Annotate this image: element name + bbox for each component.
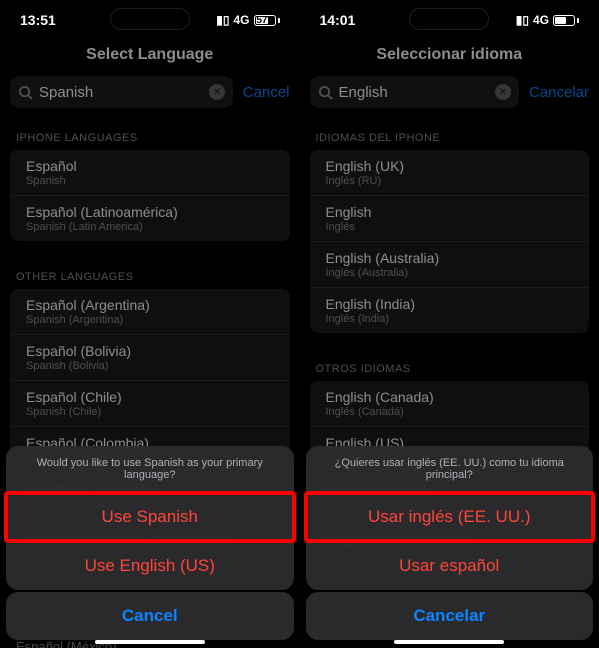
status-bar: 13:51 ▮▯ 4G 57 bbox=[0, 0, 300, 40]
list-item[interactable]: EnglishInglés bbox=[310, 195, 590, 241]
page-title: Seleccionar idioma bbox=[300, 40, 599, 76]
search-value: English bbox=[339, 84, 495, 101]
sheet-cancel-button[interactable]: Cancelar bbox=[306, 592, 594, 640]
row-sub: Inglés (Australia) bbox=[326, 267, 574, 279]
dynamic-island bbox=[409, 8, 489, 30]
home-indicator bbox=[95, 640, 205, 644]
search-value: Spanish bbox=[39, 84, 209, 101]
list-item[interactable]: English (India)Inglés (India) bbox=[310, 287, 590, 333]
row-main: Español (Chile) bbox=[26, 389, 274, 405]
status-time: 13:51 bbox=[20, 12, 56, 28]
row-main: English (Australia) bbox=[326, 250, 574, 266]
dynamic-island bbox=[110, 8, 190, 30]
search-icon bbox=[318, 85, 333, 100]
status-time: 14:01 bbox=[320, 12, 356, 28]
list-item[interactable]: Español (Bolivia)Spanish (Bolivia) bbox=[10, 334, 290, 380]
use-primary-button[interactable]: Use Spanish bbox=[6, 493, 294, 542]
network-label: 4G bbox=[233, 13, 249, 27]
phone-right: 14:01 ▮▯ 4G Seleccionar idioma English ✕… bbox=[300, 0, 599, 648]
status-right: ▮▯ 4G 57 bbox=[216, 13, 279, 27]
row-sub: Inglés (India) bbox=[326, 313, 574, 325]
search-input[interactable]: Spanish ✕ bbox=[10, 76, 233, 108]
search-icon bbox=[18, 85, 33, 100]
search-input[interactable]: English ✕ bbox=[310, 76, 519, 108]
row-sub: Inglés (Canadá) bbox=[326, 406, 574, 418]
list-item[interactable]: English (Canada)Inglés (Canadá) bbox=[310, 381, 590, 426]
signal-icon: ▮▯ bbox=[516, 13, 529, 27]
section-header-iphone: IPHONE LANGUAGES bbox=[0, 118, 300, 150]
network-label: 4G bbox=[533, 13, 549, 27]
status-right: ▮▯ 4G bbox=[516, 13, 579, 27]
row-sub: Inglés bbox=[326, 221, 574, 233]
row-main: Español bbox=[26, 158, 274, 174]
row-main: English (India) bbox=[326, 296, 574, 312]
row-sub: Spanish (Latin America) bbox=[26, 221, 274, 233]
search-row: English ✕ Cancelar bbox=[300, 76, 599, 118]
row-main: Español (Latinoamérica) bbox=[26, 204, 274, 220]
list-item[interactable]: Español (Chile)Spanish (Chile) bbox=[10, 380, 290, 426]
list-item[interactable]: English (UK)Inglés (RU) bbox=[310, 150, 590, 195]
section-header-iphone: IDIOMAS DEL IPHONE bbox=[300, 118, 599, 150]
action-sheet: ¿Quieres usar inglés (EE. UU.) como tu i… bbox=[306, 446, 594, 590]
home-indicator bbox=[394, 640, 504, 644]
row-main: Español (Argentina) bbox=[26, 297, 274, 313]
row-sub: Spanish (Bolivia) bbox=[26, 360, 274, 372]
phone-left: 13:51 ▮▯ 4G 57 Select Language Spanish ✕… bbox=[0, 0, 300, 648]
row-main: Español (Bolivia) bbox=[26, 343, 274, 359]
search-cancel-button[interactable]: Cancelar bbox=[529, 84, 589, 101]
row-sub: Inglés (RU) bbox=[326, 175, 574, 187]
action-sheet: Would you like to use Spanish as your pr… bbox=[6, 446, 294, 590]
row-main: English bbox=[326, 204, 574, 220]
row-sub: Spanish bbox=[26, 175, 274, 187]
row-sub: Spanish (Chile) bbox=[26, 406, 274, 418]
use-primary-button[interactable]: Usar inglés (EE. UU.) bbox=[306, 493, 594, 542]
use-secondary-button[interactable]: Use English (US) bbox=[6, 542, 294, 590]
section-header-other: OTHER LANGUAGES bbox=[0, 257, 300, 289]
search-row: Spanish ✕ Cancel bbox=[0, 76, 300, 118]
row-main: English (UK) bbox=[326, 158, 574, 174]
row-sub: Spanish (Argentina) bbox=[26, 314, 274, 326]
sheet-prompt: Would you like to use Spanish as your pr… bbox=[6, 446, 294, 493]
sheet-primary-label: Usar inglés (EE. UU.) bbox=[368, 507, 530, 526]
list-item[interactable]: Español (Argentina)Spanish (Argentina) bbox=[10, 289, 290, 334]
sheet-primary-label: Use Spanish bbox=[102, 507, 198, 526]
search-cancel-button[interactable]: Cancel bbox=[243, 84, 290, 101]
battery-pct: 57 bbox=[256, 15, 267, 26]
signal-icon: ▮▯ bbox=[216, 13, 229, 27]
sheet-cancel-button[interactable]: Cancel bbox=[6, 592, 294, 640]
page-title: Select Language bbox=[0, 40, 300, 76]
section-header-other: OTROS IDIOMAS bbox=[300, 349, 599, 381]
clear-icon[interactable]: ✕ bbox=[209, 84, 225, 100]
battery-icon bbox=[553, 15, 579, 26]
row-main: English (Canada) bbox=[326, 389, 574, 405]
list-item[interactable]: English (Australia)Inglés (Australia) bbox=[310, 241, 590, 287]
clear-icon[interactable]: ✕ bbox=[495, 84, 511, 100]
status-bar: 14:01 ▮▯ 4G bbox=[300, 0, 599, 40]
use-secondary-button[interactable]: Usar español bbox=[306, 542, 594, 590]
sheet-prompt: ¿Quieres usar inglés (EE. UU.) como tu i… bbox=[306, 446, 594, 493]
list-item[interactable]: EspañolSpanish bbox=[10, 150, 290, 195]
list-item[interactable]: Español (Latinoamérica)Spanish (Latin Am… bbox=[10, 195, 290, 241]
